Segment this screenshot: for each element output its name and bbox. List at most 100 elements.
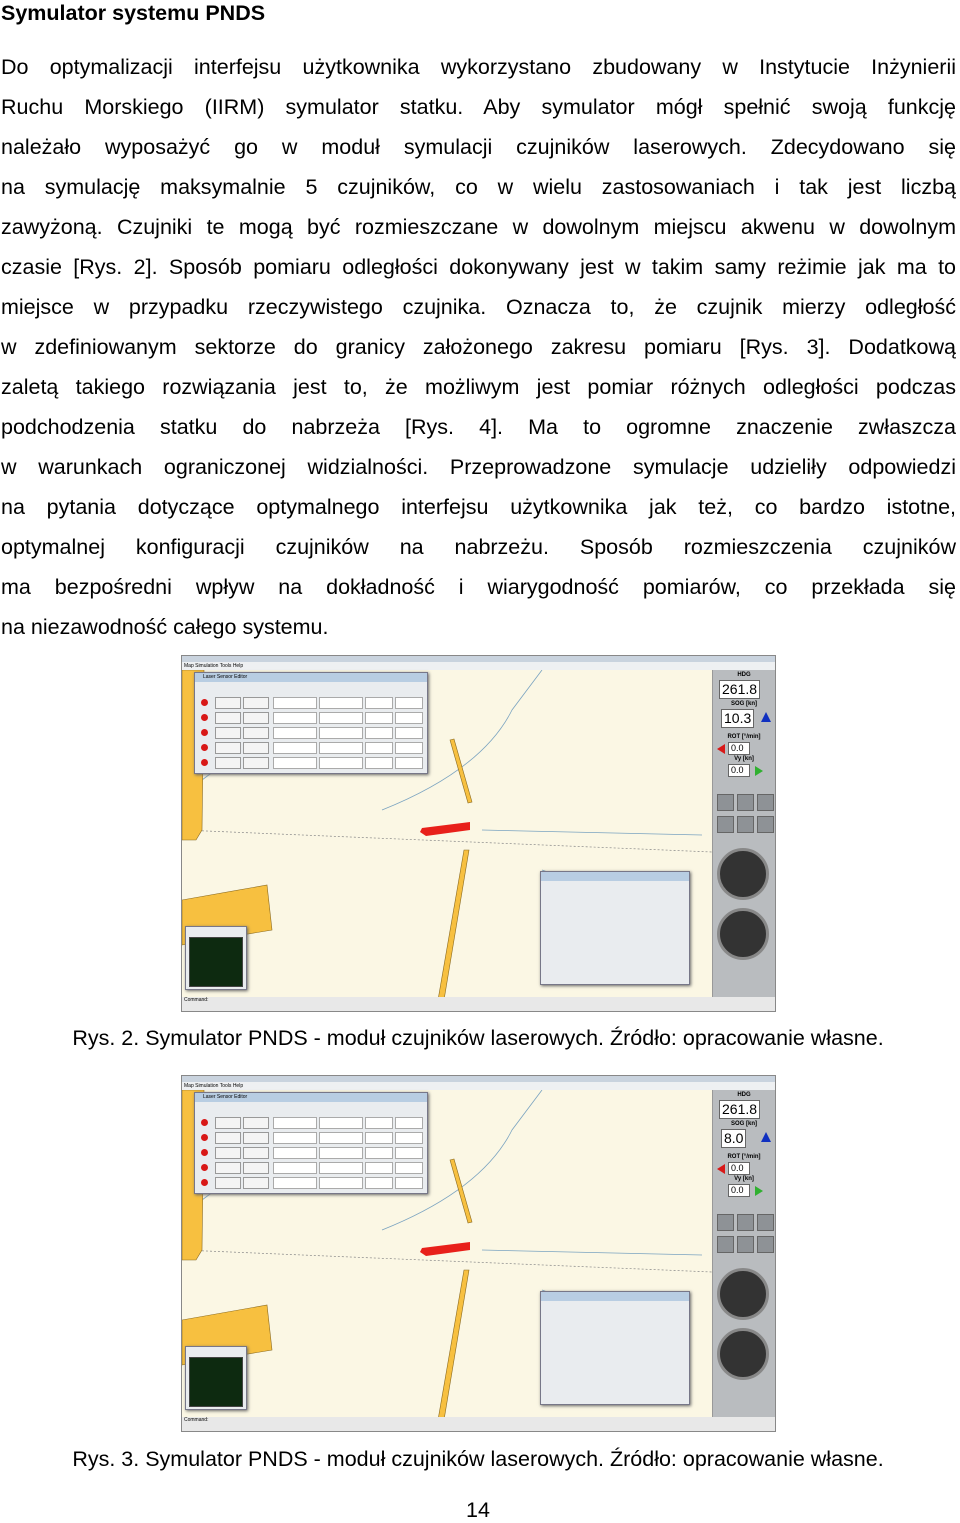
delete-button[interactable] xyxy=(243,1132,269,1144)
edit-button[interactable] xyxy=(215,757,241,769)
sensor-field[interactable] xyxy=(273,1147,317,1159)
sensor-field[interactable] xyxy=(365,1147,393,1159)
sensor-field[interactable] xyxy=(365,1132,393,1144)
simulator-screenshot: Map Simulation Tools Help Laser Sensor Ed… xyxy=(181,655,776,1012)
sensor-field[interactable] xyxy=(395,727,423,739)
sensor-field[interactable] xyxy=(273,727,317,739)
sog-label: SOG [kn] xyxy=(730,1121,757,1127)
delete-button[interactable] xyxy=(243,757,269,769)
delete-button[interactable] xyxy=(243,742,269,754)
editor-title: Laser Sensor Editor xyxy=(195,673,427,682)
sog-arrow-icon xyxy=(761,1132,771,1142)
sensor-field[interactable] xyxy=(395,1132,423,1144)
sensor-field[interactable] xyxy=(395,742,423,754)
sensor-field[interactable] xyxy=(395,1162,423,1174)
sensor-field[interactable] xyxy=(395,757,423,769)
delete-button[interactable] xyxy=(243,1162,269,1174)
zoom-in-icon[interactable] xyxy=(737,1214,754,1231)
fit-icon[interactable] xyxy=(737,816,754,833)
fit-icon[interactable] xyxy=(737,1236,754,1253)
vy-arrow-icon xyxy=(755,766,763,776)
sensor-field[interactable] xyxy=(273,712,317,724)
vy-label: Vy [kn] xyxy=(734,1176,754,1182)
sog-value: 10.3 xyxy=(721,709,755,728)
delete-button[interactable] xyxy=(243,727,269,739)
pointer-icon[interactable] xyxy=(757,816,774,833)
zoom-reset-icon[interactable] xyxy=(757,1214,774,1231)
edit-button[interactable] xyxy=(215,727,241,739)
sensor-field[interactable] xyxy=(319,697,363,709)
zoom-reset-icon[interactable] xyxy=(757,794,774,811)
under-keel-clearance-panel xyxy=(185,1346,247,1410)
paragraph-line: miejsce w przypadku rzeczywistego czujni… xyxy=(1,295,956,319)
ship xyxy=(420,822,470,836)
vy-label: Vy [kn] xyxy=(734,756,754,762)
under-keel-clearance-panel xyxy=(185,926,247,990)
sensor-field[interactable] xyxy=(395,712,423,724)
pan-icon[interactable] xyxy=(717,816,734,833)
edit-button[interactable] xyxy=(215,712,241,724)
delete-button[interactable] xyxy=(243,697,269,709)
sensor-field[interactable] xyxy=(395,697,423,709)
ship-control-window xyxy=(540,1291,690,1405)
sensor-field[interactable] xyxy=(395,1117,423,1129)
sensor-field[interactable] xyxy=(319,712,363,724)
sensor-field[interactable] xyxy=(395,1177,423,1189)
wind-gauge xyxy=(717,848,769,900)
sensor-row xyxy=(201,712,423,724)
sensor-field[interactable] xyxy=(365,727,393,739)
edit-button[interactable] xyxy=(215,1177,241,1189)
zoom-out-icon[interactable] xyxy=(717,1214,734,1231)
pier-upper xyxy=(449,1158,473,1224)
delete-button[interactable] xyxy=(243,712,269,724)
sensor-field[interactable] xyxy=(319,1117,363,1129)
sensor-status-icon xyxy=(201,1134,208,1141)
pier-lower xyxy=(437,849,470,1000)
delete-button[interactable] xyxy=(243,1117,269,1129)
zoom-out-icon[interactable] xyxy=(717,794,734,811)
sensor-row xyxy=(201,697,423,709)
paragraph-line: w zdefiniowanym sektorze do granicy zało… xyxy=(1,335,956,359)
sensor-status-icon xyxy=(201,1164,208,1171)
zoom-in-icon[interactable] xyxy=(737,794,754,811)
sensor-field[interactable] xyxy=(273,1162,317,1174)
edit-button[interactable] xyxy=(215,1147,241,1159)
sensor-field[interactable] xyxy=(273,757,317,769)
sensor-field[interactable] xyxy=(365,742,393,754)
sensor-field[interactable] xyxy=(319,757,363,769)
delete-button[interactable] xyxy=(243,1177,269,1189)
sensor-field[interactable] xyxy=(365,757,393,769)
sensor-field[interactable] xyxy=(319,1177,363,1189)
sensor-status-icon xyxy=(201,729,208,736)
sensor-field[interactable] xyxy=(319,1147,363,1159)
sensor-field[interactable] xyxy=(319,742,363,754)
pan-icon[interactable] xyxy=(717,1236,734,1253)
sensor-field[interactable] xyxy=(365,1117,393,1129)
sensor-field[interactable] xyxy=(273,697,317,709)
sensor-field[interactable] xyxy=(365,712,393,724)
sensor-field[interactable] xyxy=(319,727,363,739)
sensor-row xyxy=(201,1147,423,1159)
edit-button[interactable] xyxy=(215,697,241,709)
figure-caption: Rys. 3. Symulator PNDS - moduł czujników… xyxy=(72,1447,884,1471)
sensor-field[interactable] xyxy=(319,1132,363,1144)
sensor-field[interactable] xyxy=(365,1177,393,1189)
sensor-status-icon xyxy=(201,1179,208,1186)
sensor-field[interactable] xyxy=(319,1162,363,1174)
sensor-field[interactable] xyxy=(273,1177,317,1189)
pointer-icon[interactable] xyxy=(757,1236,774,1253)
sensor-field[interactable] xyxy=(273,1117,317,1129)
sensor-field[interactable] xyxy=(273,1132,317,1144)
clearance-display xyxy=(189,937,243,987)
edit-button[interactable] xyxy=(215,1132,241,1144)
edit-button[interactable] xyxy=(215,742,241,754)
edit-button[interactable] xyxy=(215,1162,241,1174)
sensor-field[interactable] xyxy=(365,697,393,709)
sensor-field[interactable] xyxy=(365,1162,393,1174)
rot-arrow-icon xyxy=(717,744,725,754)
delete-button[interactable] xyxy=(243,1147,269,1159)
sensor-row xyxy=(201,1177,423,1189)
edit-button[interactable] xyxy=(215,1117,241,1129)
sensor-field[interactable] xyxy=(395,1147,423,1159)
sensor-field[interactable] xyxy=(273,742,317,754)
